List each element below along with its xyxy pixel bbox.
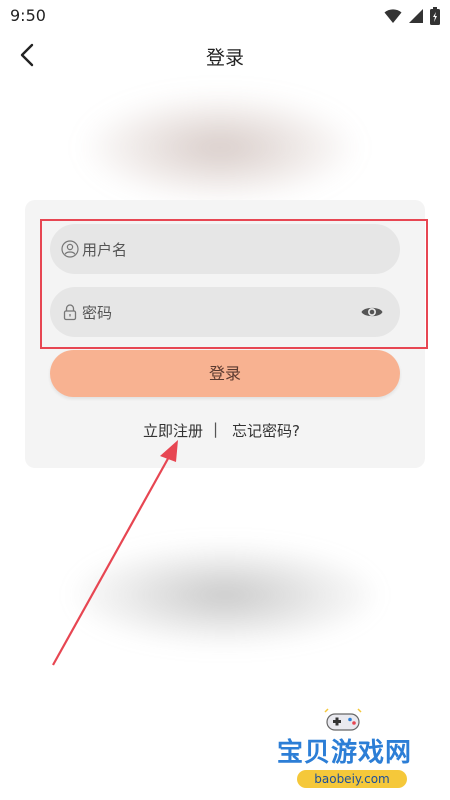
battery-icon [430, 7, 440, 25]
signal-icon [409, 9, 423, 23]
password-field[interactable]: 密码 [50, 287, 400, 337]
password-placeholder: 密码 [82, 304, 113, 322]
user-icon [61, 240, 79, 258]
status-icons [384, 7, 440, 25]
watermark-url: baobeiy.com [297, 770, 407, 788]
eye-icon[interactable] [360, 300, 384, 324]
auth-links: 立即注册 | 忘记密码? [0, 420, 450, 442]
blurred-shadow-background [75, 545, 375, 645]
link-divider: | [213, 420, 219, 438]
username-placeholder: 用户名 [82, 241, 128, 259]
username-field[interactable]: 用户名 [50, 224, 400, 274]
status-bar: 9:50 [0, 0, 450, 32]
gamepad-icon [324, 708, 362, 731]
page-title: 登录 [205, 47, 244, 69]
wifi-icon [384, 9, 402, 23]
status-time: 9:50 [10, 6, 46, 25]
watermark-text: 宝贝游戏网 [277, 738, 413, 768]
blurred-avatar-background [85, 95, 355, 200]
nav-bar: 登录 [0, 32, 450, 78]
watermark-logo: 宝贝游戏网 baobeiy.com [275, 708, 445, 798]
forgot-password-link[interactable]: 忘记密码? [232, 420, 300, 441]
register-link[interactable]: 立即注册 [143, 420, 203, 441]
login-button[interactable]: 登录 [50, 350, 400, 397]
lock-icon [63, 304, 77, 321]
